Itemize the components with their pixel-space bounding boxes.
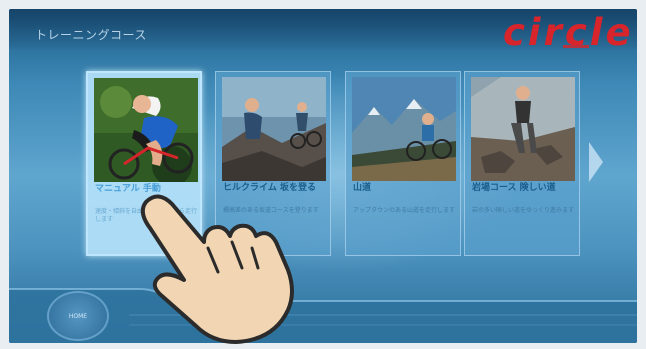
course-thumbnail — [471, 77, 575, 181]
page-title: トレーニングコース — [35, 28, 147, 42]
header-bar: トレーニングコース circle — [9, 9, 637, 54]
course-description: 岩の多い険しい道をゆっくり進みます — [472, 207, 575, 214]
course-title: 山道 — [353, 183, 372, 193]
brand-logo-underline — [563, 45, 589, 48]
app-screen: トレーニングコース circle マニュアル 手動 速度・傾斜を自由に調 ら走行… — [9, 9, 637, 343]
home-button[interactable]: HOME — [47, 291, 109, 341]
course-title: 岩場コース 険しい道 — [472, 183, 556, 193]
hand-pointer-icon — [140, 194, 294, 344]
course-thumbnail — [222, 77, 326, 181]
chevron-right-icon[interactable] — [589, 142, 603, 182]
course-card-rocky[interactable]: 岩場コース 険しい道 岩の多い険しい道をゆっくり進みます — [464, 71, 580, 256]
home-label: HOME — [68, 313, 88, 320]
course-thumbnail — [94, 78, 198, 182]
course-description: アップダウンのある山道を走行します — [353, 207, 456, 214]
course-thumbnail — [352, 77, 456, 181]
course-card-mountain[interactable]: 山道 アップダウンのある山道を走行します — [345, 71, 461, 256]
